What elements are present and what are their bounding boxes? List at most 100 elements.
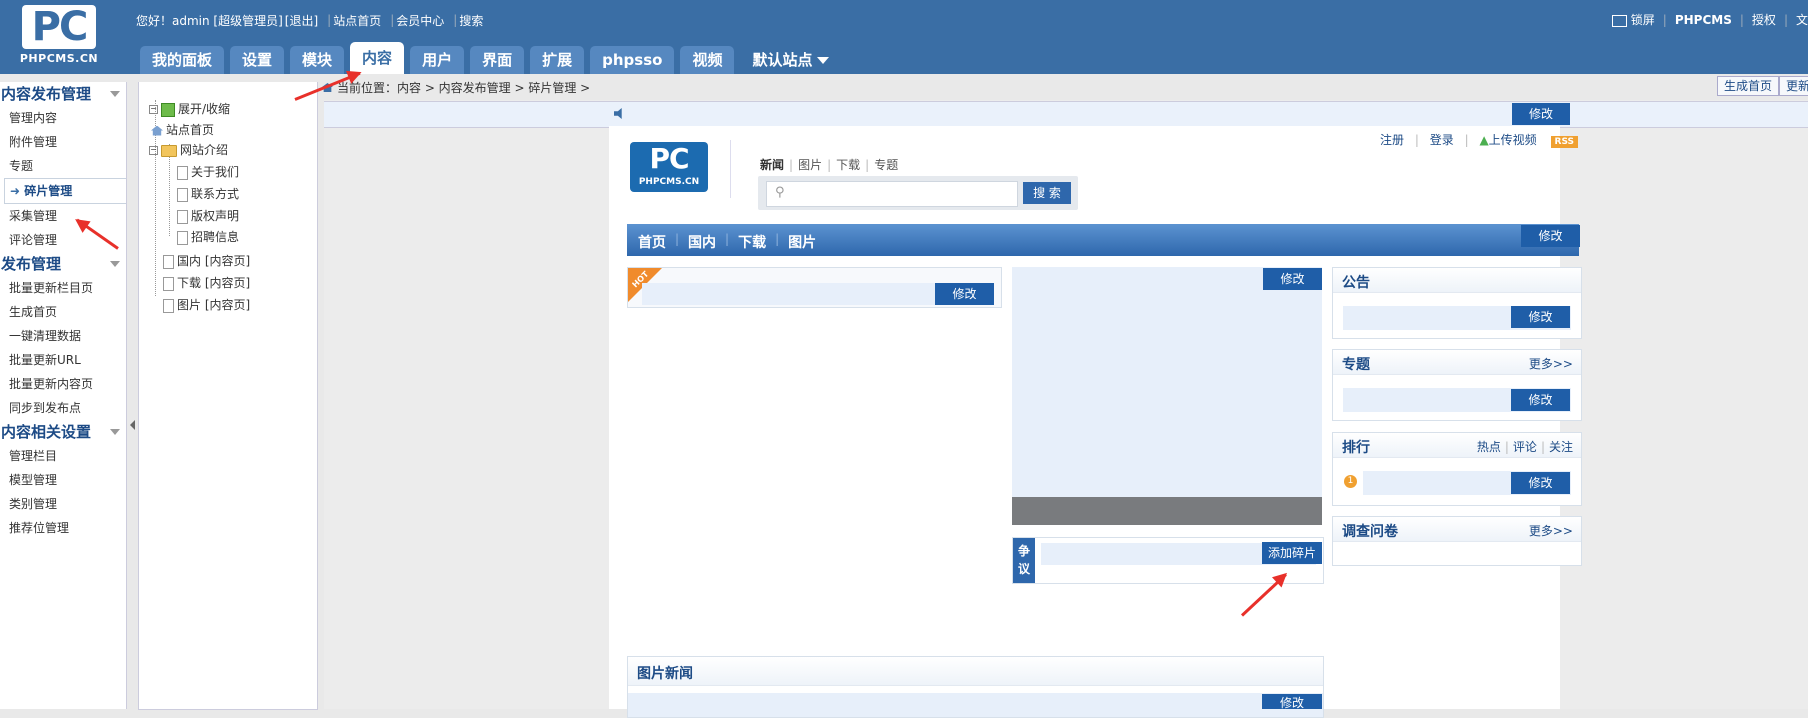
rss-badge[interactable]: RSS	[1550, 136, 1579, 148]
category-tree: − 展开/收缩 站点首页 − 网站介绍 关于我们 联系方式 版权声明 招聘信息 国内…	[138, 82, 318, 710]
section-content-publish[interactable]: 内容发布管理	[0, 82, 126, 106]
search-link[interactable]: 搜索	[459, 12, 483, 29]
rank-tab-follow[interactable]: 关注	[1549, 440, 1573, 454]
tree-intro[interactable]: − 网站介绍	[149, 142, 228, 158]
sidebar-item-clean-data[interactable]: 一键清理数据	[0, 324, 126, 348]
site-nav-home[interactable]: 首页	[638, 232, 666, 252]
edit-button-hot[interactable]: 修改	[935, 283, 994, 305]
edit-button-ranking[interactable]: 修改	[1511, 472, 1570, 494]
tree-jobs[interactable]: 招聘信息	[177, 229, 239, 245]
sidebar-item-collect[interactable]: 采集管理	[0, 204, 126, 228]
slideshow-area	[1012, 267, 1322, 497]
edit-button-slideshow[interactable]: 修改	[1263, 268, 1322, 290]
sidebar-item-manage-category[interactable]: 管理栏目	[0, 444, 126, 468]
sidebar-item-topics[interactable]: 专题	[0, 154, 126, 178]
tree-pictures[interactable]: 图片 [内容页]	[163, 297, 250, 313]
search-input[interactable]: ⚲	[766, 181, 1018, 207]
tab-phpsso[interactable]: phpsso	[590, 46, 675, 74]
phpcms-link[interactable]: PHPCMS	[1675, 13, 1732, 27]
document-icon	[163, 254, 174, 269]
ranking-tabs: 热点 | 评论 | 关注	[1476, 440, 1573, 454]
edit-button-announcement[interactable]: 修改	[1511, 306, 1570, 328]
gen-home-button[interactable]: 生成首页	[1717, 76, 1780, 96]
site-nav-pictures[interactable]: 图片	[788, 232, 816, 252]
tree-label: 网站介绍	[180, 143, 229, 157]
edit-button-photo-news[interactable]: 修改	[1262, 694, 1322, 709]
collapse-toggle-icon[interactable]: −	[149, 146, 158, 155]
tree-label: 联系方式	[191, 187, 240, 201]
sidebar-item-update-url[interactable]: 批量更新URL	[0, 348, 126, 372]
sidebar-item-positions[interactable]: 推荐位管理	[0, 516, 126, 540]
tree-domestic[interactable]: 国内 [内容页]	[163, 253, 250, 269]
search-tab-news[interactable]: 新闻	[760, 158, 784, 172]
section-publish[interactable]: 发布管理	[0, 252, 126, 276]
main-tabs: 我的面板 设置 模块 内容 用户 界面 扩展 phpsso 视频 默认站点	[140, 42, 847, 74]
home-icon	[151, 125, 163, 136]
search-icon: ⚲	[775, 185, 785, 200]
tree-root[interactable]: − 展开/收缩	[149, 101, 230, 117]
top-info-bar: 您好！admin [超级管理员] [退出] | 站点首页 | 会员中心 | 搜索	[136, 12, 484, 29]
authorize-link[interactable]: 授权	[1752, 11, 1776, 28]
search-tab-topics[interactable]: 专题	[874, 158, 898, 172]
tree-contact[interactable]: 联系方式	[177, 186, 239, 202]
tree-label: 招聘信息	[191, 230, 240, 244]
document-icon	[177, 165, 188, 180]
sidebar-item-types[interactable]: 类别管理	[0, 492, 126, 516]
tab-my-panel[interactable]: 我的面板	[140, 46, 225, 74]
site-logo[interactable]: PC PHPCMS.CN	[630, 142, 708, 192]
truncated-link[interactable]: 文	[1796, 11, 1808, 28]
tab-modules[interactable]: 模块	[290, 46, 345, 74]
add-fragment-button[interactable]: 添加碎片	[1262, 542, 1322, 564]
folder-icon	[161, 144, 177, 157]
search-tabs: 新闻 | 图片 | 下载 | 专题	[760, 158, 899, 172]
topics-more-link[interactable]: 更多>>	[1529, 355, 1573, 372]
login-link[interactable]: 登录	[1430, 133, 1454, 147]
section-content-settings[interactable]: 内容相关设置	[0, 420, 126, 444]
site-nav-download[interactable]: 下载	[738, 232, 766, 252]
member-center-link[interactable]: 会员中心	[396, 12, 444, 29]
edit-button-nav[interactable]: 修改	[1521, 225, 1580, 247]
search-tab-download[interactable]: 下载	[836, 158, 860, 172]
tree-copyright[interactable]: 版权声明	[177, 208, 239, 224]
tree-site-home[interactable]: 站点首页	[151, 122, 214, 138]
collapse-icon	[110, 429, 120, 435]
tree-about[interactable]: 关于我们	[177, 164, 239, 180]
sidebar-item-fragments[interactable]: ➜ 碎片管理	[4, 178, 126, 204]
site-nav-domestic[interactable]: 国内	[688, 232, 716, 252]
document-icon	[177, 209, 188, 224]
collapse-sidebar-icon[interactable]	[130, 420, 135, 430]
tab-video[interactable]: 视频	[680, 46, 735, 74]
rank-number-badge: 1	[1344, 475, 1357, 488]
collapse-toggle-icon[interactable]: −	[149, 105, 158, 114]
sidebar-item-attachments[interactable]: 附件管理	[0, 130, 126, 154]
phpcms-logo[interactable]: PC PHPCMS.CN	[14, 5, 104, 67]
rank-tab-comments[interactable]: 评论	[1513, 440, 1537, 454]
sidebar-item-update-category[interactable]: 批量更新栏目页	[0, 276, 126, 300]
edit-button-notice[interactable]: 修改	[1512, 103, 1570, 125]
edit-button-topics[interactable]: 修改	[1511, 389, 1570, 411]
register-link[interactable]: 注册	[1380, 133, 1404, 147]
logout-link[interactable]: [退出]	[285, 12, 318, 29]
default-site-dropdown[interactable]: 默认站点	[740, 46, 841, 74]
tree-download[interactable]: 下载 [内容页]	[163, 275, 250, 291]
sidebar-item-update-content[interactable]: 批量更新内容页	[0, 372, 126, 396]
tab-extensions[interactable]: 扩展	[530, 46, 585, 74]
breadcrumb-text: 当前位置：内容 > 内容发布管理 > 碎片管理 >	[337, 81, 591, 95]
lock-screen-link[interactable]: 锁屏	[1631, 11, 1655, 28]
sidebar-item-sync[interactable]: 同步到发布点	[0, 396, 126, 420]
tab-settings[interactable]: 设置	[230, 46, 285, 74]
search-tab-pictures[interactable]: 图片	[798, 158, 822, 172]
monitor-icon	[1611, 14, 1627, 27]
site-home-link[interactable]: 站点首页	[333, 12, 381, 29]
survey-more-link[interactable]: 更多>>	[1529, 522, 1573, 539]
update-button[interactable]: 更新	[1779, 76, 1808, 96]
tab-users[interactable]: 用户	[410, 46, 465, 74]
tab-interface[interactable]: 界面	[470, 46, 525, 74]
rank-tab-hot[interactable]: 热点	[1477, 440, 1501, 454]
sidebar-item-models[interactable]: 模型管理	[0, 468, 126, 492]
sidebar-item-manage-content[interactable]: 管理内容	[0, 106, 126, 130]
upload-video-link[interactable]: 上传视频	[1489, 133, 1537, 147]
sidebar-item-gen-home[interactable]: 生成首页	[0, 300, 126, 324]
top-right-links: 锁屏 | PHPCMS | 授权 | 文	[1611, 11, 1808, 28]
search-button[interactable]: 搜 索	[1023, 182, 1071, 204]
